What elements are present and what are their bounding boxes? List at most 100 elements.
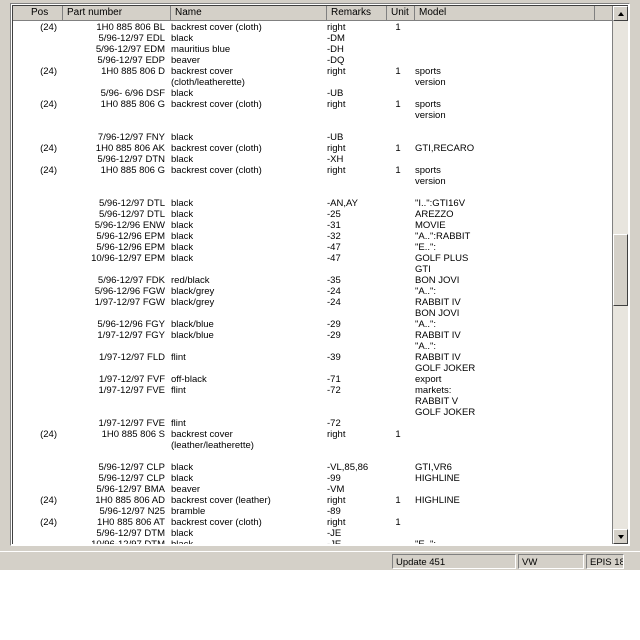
cell-pos bbox=[17, 539, 57, 544]
cell-unit bbox=[387, 484, 409, 495]
column-header-pos[interactable]: Pos bbox=[27, 6, 63, 20]
table-row[interactable]: 5/96-12/97 DTL black -25 AREZZO bbox=[13, 209, 628, 220]
cell-unit bbox=[387, 121, 409, 132]
cell-unit bbox=[387, 77, 409, 88]
cell-part bbox=[61, 110, 165, 121]
cell-part: 5/96-12/96 EPM bbox=[96, 242, 165, 253]
table-row[interactable]: 5/96-12/97 DTN black -XH bbox=[13, 154, 628, 165]
cell-remarks bbox=[327, 176, 385, 187]
cell-model: RABBIT IV bbox=[415, 352, 461, 363]
table-row[interactable]: (24) 1H0 885 806 G backrest cover (cloth) r… bbox=[13, 99, 628, 110]
table-row[interactable]: version bbox=[13, 110, 628, 121]
cell-name: black bbox=[171, 462, 194, 473]
table-row[interactable]: 7/96-12/97 FNY black -UB bbox=[13, 132, 628, 143]
table-row[interactable]: 5/96-12/96 EPM black -32 "A..":RABBIT bbox=[13, 231, 628, 242]
cell-part: 10/96-12/97 DTM bbox=[61, 539, 165, 544]
scroll-up-button[interactable] bbox=[613, 6, 628, 21]
table-row[interactable]: 5/96-12/96 FGW black/grey -24 "A..": bbox=[13, 286, 628, 297]
table-row[interactable]: version bbox=[13, 176, 628, 187]
table-row[interactable]: 10/96-12/97 DTM black -JE "E..": bbox=[13, 539, 628, 544]
table-row[interactable]: 10/96-12/97 EPM black -47 GOLF PLUS bbox=[13, 253, 628, 264]
column-header-remarks[interactable]: Remarks bbox=[327, 6, 387, 20]
table-row[interactable]: 5/96-12/97 BMA beaver -VM bbox=[13, 484, 628, 495]
table-row[interactable]: 1/97-12/97 FVE flint -72 markets: bbox=[13, 385, 628, 396]
cell-remarks: -35 bbox=[327, 275, 341, 286]
cell-unit bbox=[387, 341, 409, 352]
scroll-down-button[interactable] bbox=[613, 529, 628, 544]
cell-pos bbox=[17, 55, 57, 66]
cell-remarks: -XH bbox=[327, 154, 344, 165]
table-row[interactable]: 1/97-12/97 FGW black/grey -24 RABBIT IV bbox=[13, 297, 628, 308]
cell-model: markets: bbox=[415, 385, 452, 396]
table-row[interactable]: 5/96- 6/96 DSF black -UB bbox=[13, 88, 628, 99]
table-row[interactable]: 5/96-12/96 EPM black -47 "E..": bbox=[13, 242, 628, 253]
table-row[interactable]: (24) 1H0 885 806 S backrest cover right 1 bbox=[13, 429, 628, 440]
table-row[interactable]: 1/97-12/97 FVF off-black -71 export bbox=[13, 374, 628, 385]
table-row[interactable]: 5/96-12/97 EDM mauritius blue -DH bbox=[13, 44, 628, 55]
cell-model: RABBIT IV bbox=[415, 330, 461, 341]
cell-name bbox=[171, 341, 321, 352]
cell-remarks: -DM bbox=[327, 33, 345, 44]
cell-unit bbox=[387, 242, 409, 253]
cell-part: 5/96-12/97 DTN bbox=[97, 154, 165, 165]
table-row[interactable]: 5/96-12/97 DTL black -AN,AY "I..":GTI16V bbox=[13, 198, 628, 209]
cell-model: sports bbox=[415, 165, 441, 176]
table-row[interactable] bbox=[13, 121, 628, 132]
cell-unit bbox=[387, 374, 409, 385]
cell-unit bbox=[387, 330, 409, 341]
column-header-part[interactable]: Part number bbox=[63, 6, 171, 20]
cell-name: black bbox=[171, 33, 194, 44]
cell-name: black/blue bbox=[171, 319, 214, 330]
table-row[interactable]: (24) 1H0 885 806 AK backrest cover (cloth)… bbox=[13, 143, 628, 154]
cell-name: black bbox=[171, 231, 194, 242]
cell-unit bbox=[387, 44, 409, 55]
table-row[interactable]: GOLF JOKER bbox=[13, 363, 628, 374]
table-row[interactable]: 5/96-12/97 FDK red/black -35 BON JOVI bbox=[13, 275, 628, 286]
table-row[interactable]: (24) 1H0 885 806 G backrest cover (cloth) r… bbox=[13, 165, 628, 176]
table-row[interactable]: (24) 1H0 885 806 D backrest cover right 1 spo… bbox=[13, 66, 628, 77]
table-row[interactable]: 1/97-12/97 FLD flint -39 RABBIT IV bbox=[13, 352, 628, 363]
table-row[interactable]: GOLF JOKER bbox=[13, 407, 628, 418]
cell-unit bbox=[387, 264, 409, 275]
table-row[interactable]: (24) 1H0 885 806 AT backrest cover (cloth)… bbox=[13, 517, 628, 528]
table-row[interactable]: (24) 1H0 885 806 BL backrest cover (cloth)… bbox=[13, 22, 628, 33]
cell-pos bbox=[17, 132, 57, 143]
table-row[interactable]: BON JOVI bbox=[13, 308, 628, 319]
cell-remarks: -72 bbox=[327, 418, 341, 429]
column-header-model[interactable]: Model bbox=[415, 6, 595, 20]
cell-name: black bbox=[171, 209, 194, 220]
table-row[interactable]: 5/96-12/96 ENW black -31 MOVIE bbox=[13, 220, 628, 231]
table-row[interactable]: (cloth/leatherette) version bbox=[13, 77, 628, 88]
column-header-name[interactable]: Name bbox=[171, 6, 327, 20]
table-row[interactable] bbox=[13, 451, 628, 462]
grid-body[interactable]: (24) 1H0 885 806 BL backrest cover (cloth)… bbox=[13, 22, 628, 544]
table-row[interactable]: GTI bbox=[13, 264, 628, 275]
cell-name bbox=[171, 264, 321, 275]
cell-part: 5/96-12/97 DTM bbox=[96, 528, 165, 539]
cell-pos bbox=[17, 121, 57, 132]
table-row[interactable]: (leather/leatherette) bbox=[13, 440, 628, 451]
cell-remarks: -71 bbox=[327, 374, 341, 385]
scrollbar-thumb[interactable] bbox=[613, 234, 628, 306]
cell-model: RABBIT V bbox=[415, 396, 459, 407]
table-row[interactable]: 5/96-12/96 FGY black/blue -29 "A..": bbox=[13, 319, 628, 330]
table-row[interactable]: 5/96-12/97 EDP beaver -DQ bbox=[13, 55, 628, 66]
table-row[interactable]: (24) 1H0 885 806 AD backrest cover (leathe… bbox=[13, 495, 628, 506]
cell-unit bbox=[387, 418, 409, 429]
cell-model bbox=[415, 506, 595, 517]
table-row[interactable] bbox=[13, 187, 628, 198]
table-row[interactable]: 5/96-12/97 CLP black -VL,85,86 GTI,VR6 bbox=[13, 462, 628, 473]
cell-remarks: -VM bbox=[327, 484, 345, 495]
table-row[interactable]: 5/96-12/97 EDL black -DM bbox=[13, 33, 628, 44]
table-row[interactable]: "A..": bbox=[13, 341, 628, 352]
vertical-scrollbar[interactable] bbox=[612, 6, 628, 544]
column-header-unit[interactable]: Unit bbox=[387, 6, 415, 20]
table-row[interactable]: 5/96-12/97 N25 bramble -89 bbox=[13, 506, 628, 517]
table-row[interactable]: 1/97-12/97 FVE flint -72 bbox=[13, 418, 628, 429]
cell-part: 5/96-12/96 EPM bbox=[96, 231, 165, 242]
table-row[interactable]: 1/97-12/97 FGY black/blue -29 RABBIT IV bbox=[13, 330, 628, 341]
table-row[interactable]: 5/96-12/97 CLP black -99 HIGHLINE bbox=[13, 473, 628, 484]
cell-model: GOLF JOKER bbox=[415, 363, 476, 374]
table-row[interactable]: 5/96-12/97 DTM black -JE bbox=[13, 528, 628, 539]
table-row[interactable]: RABBIT V bbox=[13, 396, 628, 407]
